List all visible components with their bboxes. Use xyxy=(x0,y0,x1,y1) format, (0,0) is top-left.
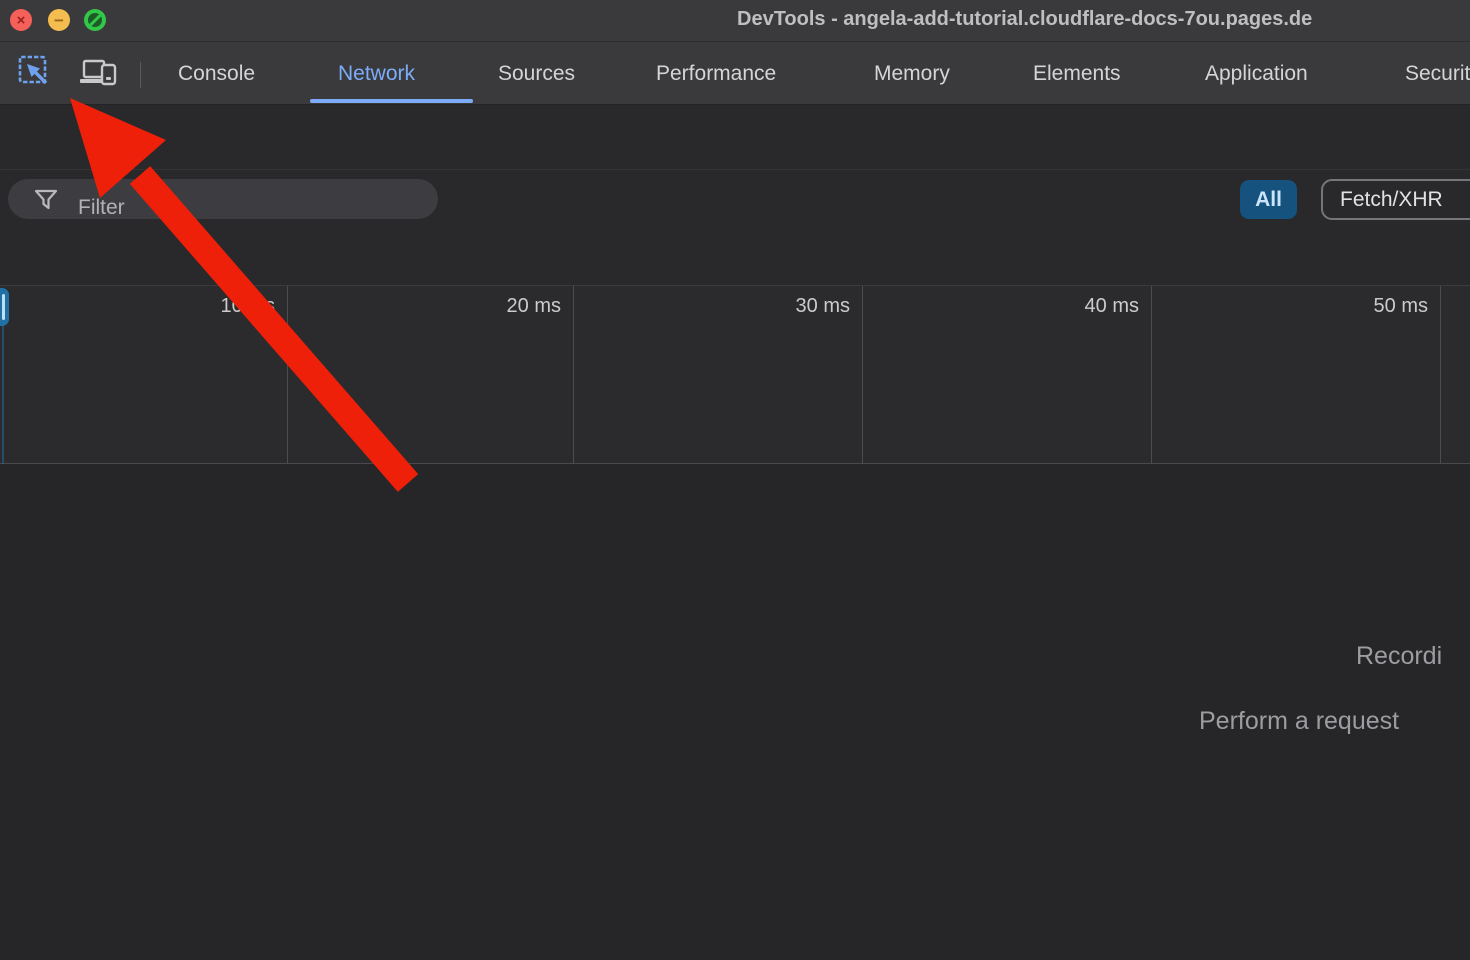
window-title: DevTools - angela-add-tutorial.cloudflar… xyxy=(737,8,1470,34)
timeline-gridline xyxy=(862,286,863,464)
more-filters-bar: Blocked requests 3rd-party requests xyxy=(0,230,1470,285)
tab-elements[interactable]: Elements xyxy=(1033,62,1121,86)
devtools-window: × − DevTools - angela-add-tutorial.cloud… xyxy=(0,0,1470,960)
filter-type-all-button[interactable]: All xyxy=(1240,180,1297,219)
timeline-gridline xyxy=(573,286,574,464)
tabbar-divider xyxy=(140,62,141,88)
tab-sources[interactable]: Sources xyxy=(498,62,575,86)
titlebar: × − DevTools - angela-add-tutorial.cloud… xyxy=(0,0,1470,42)
timeline-marker: 10 ms xyxy=(221,295,275,318)
filter-input[interactable] xyxy=(78,188,418,228)
tab-security[interactable]: Security xyxy=(1405,62,1470,86)
active-tab-underline xyxy=(310,99,473,103)
overview-range-line xyxy=(2,326,4,464)
zoom-button[interactable] xyxy=(84,9,106,31)
timeline-marker: 40 ms xyxy=(1085,295,1139,318)
overview-range-handle[interactable] xyxy=(0,288,9,326)
tab-memory[interactable]: Memory xyxy=(874,62,950,86)
timeline-gridline xyxy=(287,286,288,464)
network-toolbar: Preserve log Disable cache No throttling… xyxy=(0,105,1470,170)
device-toolbar-icon[interactable] xyxy=(78,57,118,89)
tab-network[interactable]: Network xyxy=(338,62,415,86)
timeline-marker: 20 ms xyxy=(507,295,561,318)
timeline-gridline xyxy=(1151,286,1152,464)
perform-request-message: Perform a request xyxy=(1199,707,1399,736)
tab-console[interactable]: Console xyxy=(178,62,255,86)
timeline-gridline xyxy=(1440,286,1441,464)
filter-type-fetch-xhr-button[interactable]: Fetch/XHR xyxy=(1321,179,1470,220)
timeline-marker: 30 ms xyxy=(796,295,850,318)
devtools-tabbar: Console Network Sources Performance Memo… xyxy=(0,42,1470,105)
tab-application[interactable]: Application xyxy=(1205,62,1308,86)
inspect-cursor-icon[interactable] xyxy=(17,54,53,90)
close-button[interactable]: × xyxy=(10,9,32,31)
funnel-outline-icon xyxy=(34,189,58,210)
requests-panel: Recordi Perform a request xyxy=(0,465,1470,960)
zoom-disabled-icon xyxy=(88,13,102,27)
tab-performance[interactable]: Performance xyxy=(656,62,776,86)
recording-message: Recordi xyxy=(1356,642,1442,671)
network-overview-timeline[interactable]: 10 ms 20 ms 30 ms 40 ms 50 ms xyxy=(0,285,1470,464)
timeline-marker: 50 ms xyxy=(1374,295,1428,318)
filter-bar: Invert Hide data URLs Hide extension URL… xyxy=(0,170,1470,230)
minimize-button[interactable]: − xyxy=(48,9,70,31)
filter-field[interactable] xyxy=(8,179,438,219)
handle-grip xyxy=(2,294,5,320)
